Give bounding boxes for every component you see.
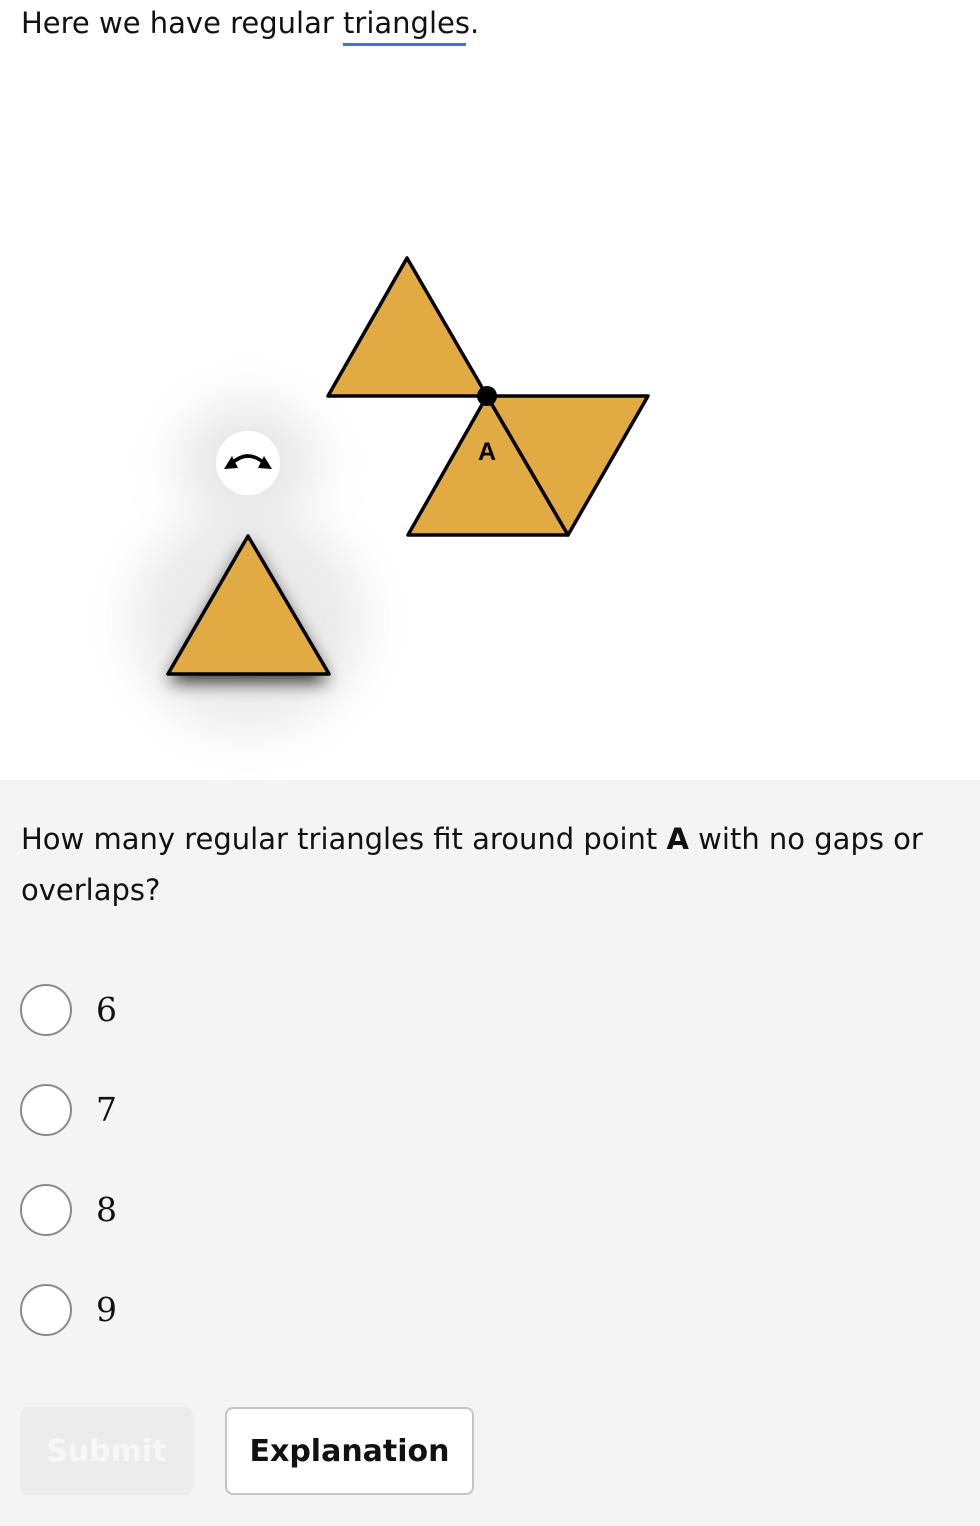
placed-triangle-top [326,256,489,398]
rotate-handle-button[interactable] [216,431,280,495]
question-point: A [666,822,689,856]
explanation-button[interactable]: Explanation [225,1407,474,1495]
question-text: How many regular triangles fit around po… [21,814,951,916]
radio-button[interactable] [20,1184,72,1236]
answer-option-3[interactable]: 8 [20,1184,320,1240]
point-a-dot [477,386,497,406]
option-label: 6 [96,990,117,1029]
interactive-area: Here we have regular triangles. A [0,0,980,780]
answer-option-1[interactable]: 6 [20,984,320,1040]
submit-button[interactable]: Submit [20,1407,193,1495]
triangle-canvas: A [133,256,650,730]
question-part: How many regular triangles fit around po… [21,822,667,856]
point-a-label: A [478,438,496,466]
answer-option-4[interactable]: 9 [20,1284,320,1340]
option-label: 7 [96,1090,117,1129]
option-label: 8 [96,1190,117,1229]
radio-button[interactable] [20,1084,72,1136]
radio-button[interactable] [20,984,72,1036]
answer-option-2[interactable]: 7 [20,1084,320,1140]
radio-button[interactable] [20,1284,72,1336]
option-label: 9 [96,1290,117,1329]
